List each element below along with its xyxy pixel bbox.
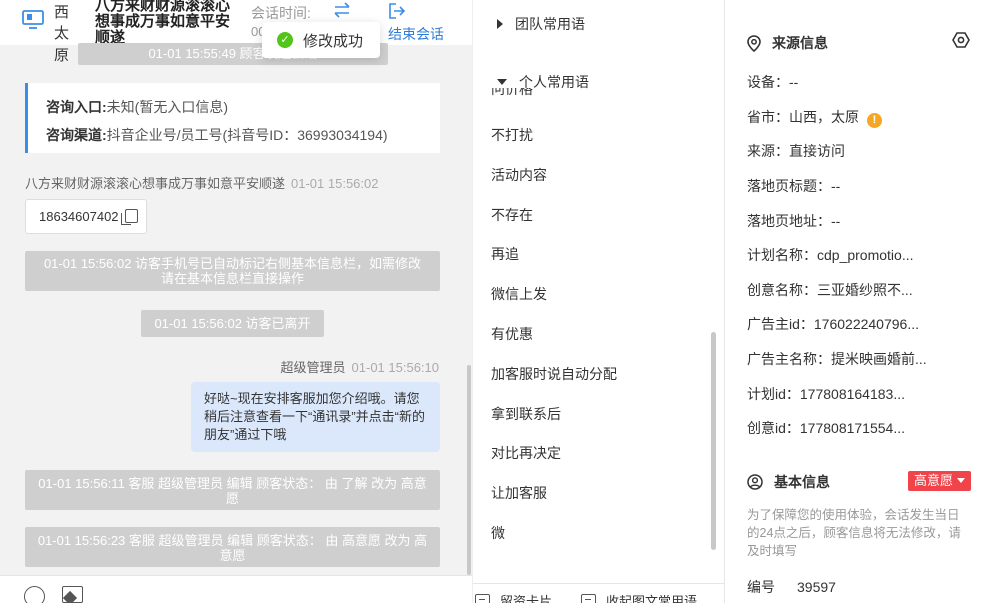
- phrase-item[interactable]: 微信上发: [491, 284, 547, 304]
- agent-sender: 超级管理员: [280, 360, 346, 375]
- field-id: 编号 39597: [747, 577, 836, 597]
- id-label: 编号: [747, 579, 775, 595]
- visitor-sender: 八方来财财源滚滚心想事成万事如意平安顺遂: [25, 176, 286, 191]
- consult-info-card: 咨询入口:未知(暂无入口信息) 咨询渠道:抖音企业号/员工号(抖音号ID：369…: [25, 83, 440, 153]
- basic-info-title: 基本信息: [747, 472, 830, 492]
- channel-label: 咨询渠道:: [46, 127, 107, 143]
- system-message-status-edit: 01-01 15:56:23 客服 超级管理员 编辑 顾客状态： 由 高意愿 改…: [25, 527, 440, 567]
- field-source: 来源：直接访问: [747, 143, 845, 159]
- phrase-item[interactable]: 微: [491, 523, 505, 543]
- phrase-item[interactable]: 不存在: [491, 205, 533, 225]
- entry-label: 咨询入口:: [46, 99, 107, 115]
- field-creative-name: 创意名称：三亚婚纱照不...: [747, 282, 913, 298]
- system-message-status-edit: 01-01 15:56:11 客服 超级管理员 编辑 顾客状态： 由 了解 改为…: [25, 470, 440, 510]
- chevron-down-icon: [957, 478, 966, 483]
- phrase-scrollbar[interactable]: [711, 332, 716, 550]
- visitor-info-panel: 来源信息 设备：-- 省市：山西，太原! 来源：直接访问 落地页标题：-- 落地…: [724, 0, 989, 603]
- user-icon: [747, 474, 763, 490]
- lead-card-label: 留资卡片: [500, 594, 553, 603]
- field-landing-url: 落地页地址：--: [747, 213, 841, 229]
- team-phrase-label: 团队常用语: [515, 16, 585, 32]
- visitor-name: 八方来财财源滚滚心想事成万事如意平安顺遂: [95, 0, 231, 46]
- field-province-city: 省市：山西，太原!: [747, 107, 882, 128]
- edit-notice: 为了保障您的使用体验，会话发生当日的24点之后，顾客信息将无法修改，请及时填写: [747, 508, 961, 558]
- intent-status-dropdown[interactable]: 高意愿: [908, 471, 972, 491]
- phrase-item[interactable]: 有优惠: [491, 324, 533, 344]
- phrase-item[interactable]: 拿到联系后: [491, 404, 561, 424]
- phrase-item[interactable]: 不打扰: [491, 125, 533, 145]
- emoji-icon[interactable]: [24, 586, 45, 603]
- quick-phrase-panel: 团队常用语 个人常用语 问价格 不打扰 活动内容 不存在 再追 微信上发 有优惠…: [472, 0, 724, 603]
- visitor-phone-message: 18634607402: [25, 199, 147, 234]
- warning-icon[interactable]: !: [867, 113, 882, 128]
- field-plan-name: 计划名称：cdp_promotio...: [747, 247, 914, 263]
- end-session-icon[interactable]: [388, 2, 406, 20]
- phrase-item[interactable]: 对比再决定: [491, 443, 561, 463]
- visitor-location: 西 太: [54, 4, 70, 42]
- source-info-label: 来源信息: [772, 35, 828, 51]
- card-icon: [475, 594, 490, 603]
- phrase-item[interactable]: 问价格: [491, 88, 533, 98]
- copy-icon[interactable]: [121, 209, 138, 225]
- basic-info-label: 基本信息: [774, 474, 830, 490]
- caret-down-icon: [497, 79, 507, 85]
- province-city-text: 省市：山西，太原: [747, 109, 859, 125]
- lead-card-button[interactable]: 留资卡片: [475, 591, 552, 603]
- caret-right-icon: [497, 19, 503, 29]
- id-value: 39597: [797, 579, 836, 595]
- field-landing-title: 落地页标题：--: [747, 178, 841, 194]
- list-icon: [581, 594, 596, 603]
- toast-text: 修改成功: [303, 32, 364, 50]
- source-info-title: 来源信息: [747, 33, 828, 53]
- intent-status-value: 高意愿: [914, 473, 954, 488]
- location-pin-icon: [747, 34, 761, 52]
- image-icon[interactable]: [62, 586, 83, 603]
- transfer-icon[interactable]: [332, 2, 352, 18]
- chat-input-toolbar: [0, 575, 472, 603]
- success-toast: ✓ 修改成功: [262, 22, 380, 58]
- chat-header: 西 太 八方来财财源滚滚心想事成万事如意平安顺遂 会话时间: 00 结束会话: [0, 0, 472, 46]
- visitor-message-meta: 八方来财财源滚滚心想事成万事如意平安顺遂 01-01 15:56:02: [25, 173, 378, 192]
- field-advertiser-id: 广告主id：176022240796...: [747, 316, 919, 332]
- phrase-item[interactable]: 让加客服: [491, 483, 547, 503]
- agent-message-meta: 超级管理员 01-01 15:56:10: [281, 357, 439, 376]
- phrase-footer: 留资卡片 收起图文常用语: [473, 583, 724, 603]
- channel-value: 抖音企业号/员工号(抖音号ID：36993034194): [106, 127, 388, 143]
- field-device: 设备：--: [747, 74, 799, 90]
- system-message-visitor-left: 01-01 15:56:02 访客已离开: [141, 310, 324, 337]
- visitor-location-tail: 原: [54, 47, 70, 64]
- system-message-phone-marked: 01-01 15:56:02 访客手机号已自动标记右侧基本信息栏，如需修改请在基…: [25, 251, 440, 291]
- phrase-item[interactable]: 再追: [491, 244, 519, 264]
- monitor-icon: [22, 10, 44, 29]
- field-creative-id: 创意id：177808171554...: [747, 420, 905, 436]
- field-plan-id: 计划id：177808164183...: [747, 386, 905, 402]
- entry-value: 未知(暂无入口信息): [106, 99, 228, 115]
- agent-message-bubble: 好哒~现在安排客服加您介绍哦。请您稍后注意查看一下“通讯录”并点击“新的朋友”通…: [191, 382, 440, 452]
- check-circle-icon: ✓: [277, 32, 293, 48]
- collapse-phrases-label: 收起图文常用语: [606, 594, 698, 603]
- agent-message-time: 01-01 15:56:10: [351, 360, 439, 375]
- session-time-label: 会话时间:: [251, 5, 311, 21]
- chat-panel: 西 太 八方来财财源滚滚心想事成万事如意平安顺遂 会话时间: 00 结束会话 原…: [0, 0, 472, 603]
- phrase-item[interactable]: 加客服时说自动分配: [491, 364, 617, 384]
- phrase-item[interactable]: 活动内容: [491, 165, 547, 185]
- visitor-message-time: 01-01 15:56:02: [291, 176, 379, 191]
- collapse-phrases-button[interactable]: 收起图文常用语: [581, 591, 697, 603]
- chat-scrollbar[interactable]: [467, 365, 471, 575]
- end-session-button[interactable]: 结束会话: [388, 24, 444, 44]
- team-phrase-group[interactable]: 团队常用语: [497, 14, 585, 34]
- field-advertiser-name: 广告主名称：提米映画婚前...: [747, 351, 927, 367]
- settings-icon[interactable]: [952, 31, 970, 49]
- phone-number: 18634607402: [39, 209, 119, 224]
